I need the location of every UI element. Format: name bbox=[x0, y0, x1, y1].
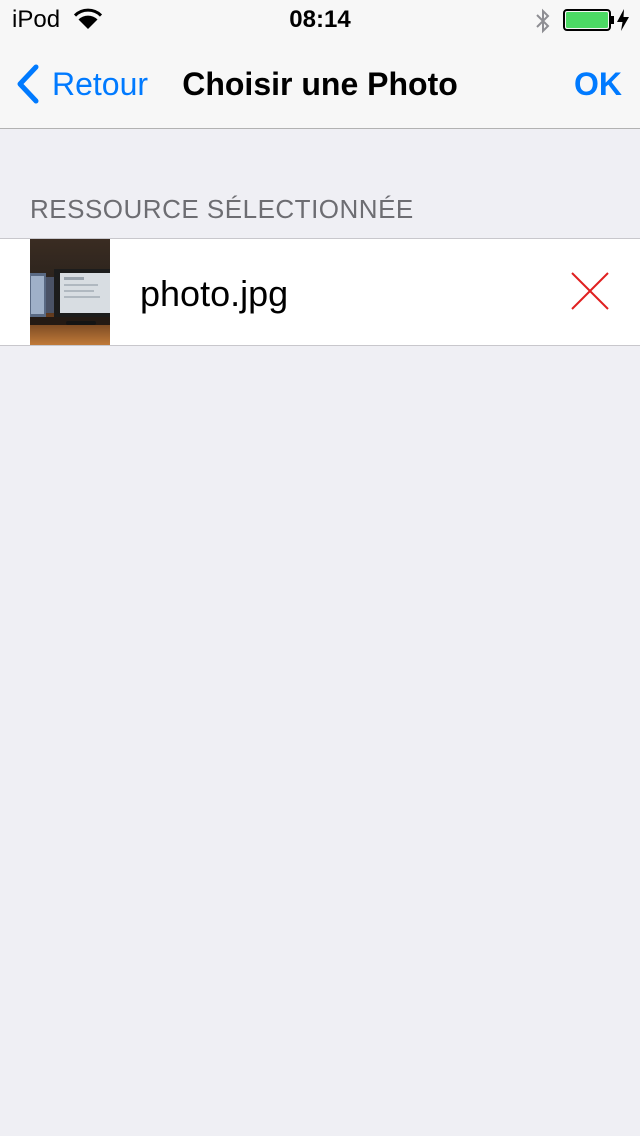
section-header: RESSOURCE SÉLECTIONNÉE bbox=[30, 194, 414, 224]
top-bar: iPod 08:14 Retour Choisir une Photo OK bbox=[0, 0, 640, 129]
status-bar: iPod 08:14 bbox=[0, 0, 640, 40]
file-name: photo.jpg bbox=[140, 273, 289, 314]
ok-button[interactable]: OK bbox=[574, 66, 622, 103]
bluetooth-icon bbox=[536, 8, 550, 34]
list-item[interactable]: photo.jpg bbox=[0, 238, 640, 346]
close-icon[interactable] bbox=[570, 271, 610, 311]
battery-icon bbox=[563, 9, 614, 31]
navigation-bar: Retour Choisir une Photo OK bbox=[0, 40, 640, 128]
lightning-icon bbox=[617, 9, 629, 31]
screen: iPod 08:14 Retour Choisir une Photo OK R… bbox=[0, 0, 640, 1136]
page-title: Choisir une Photo bbox=[182, 66, 458, 102]
photo-thumbnail bbox=[30, 239, 110, 345]
